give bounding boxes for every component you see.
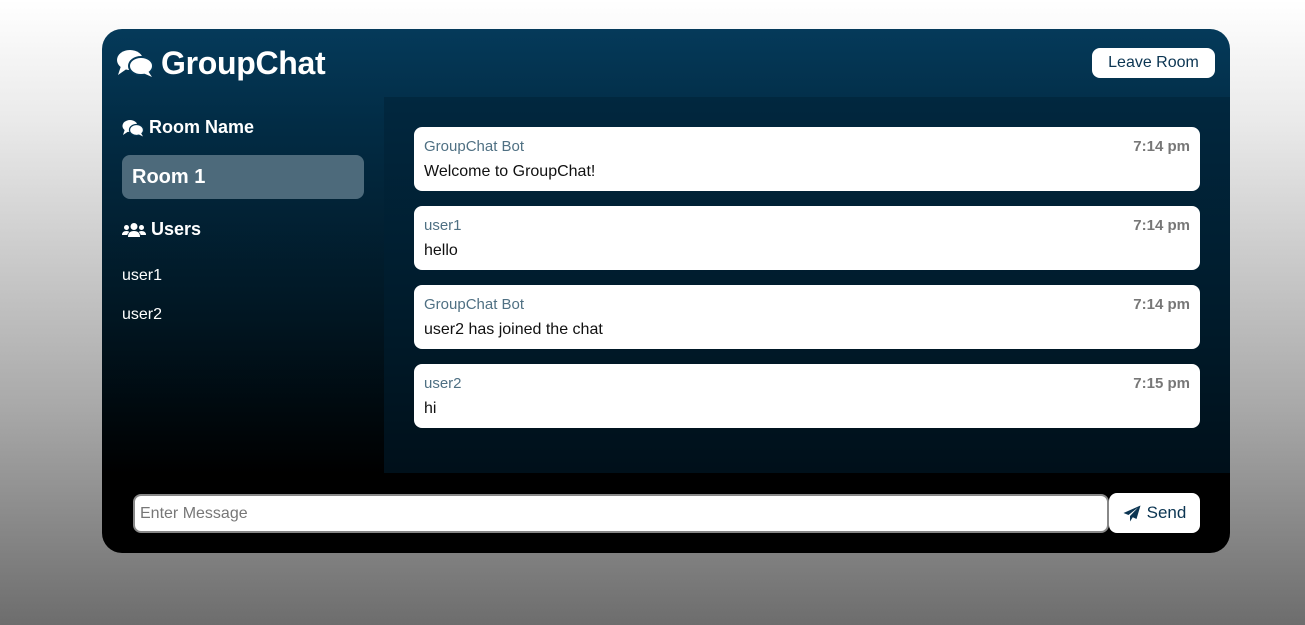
leave-room-button[interactable]: Leave Room — [1092, 48, 1215, 78]
message-username: GroupChat Bot — [424, 138, 525, 155]
message: GroupChat Bot 7:14 pm Welcome to GroupCh… — [414, 127, 1200, 191]
paper-plane-icon — [1123, 505, 1141, 522]
message-text: Welcome to GroupChat! — [424, 163, 596, 180]
message-username: user2 — [424, 375, 462, 392]
user-list: user1 user2 — [122, 266, 162, 344]
app-title: GroupChat — [161, 44, 326, 81]
header: GroupChat Leave Room — [102, 29, 1230, 97]
message: user2 7:15 pm hi — [414, 364, 1200, 428]
user-list-item: user1 — [122, 267, 163, 284]
app-logo: GroupChat — [116, 43, 326, 83]
message-time: 7:14 pm — [1133, 138, 1190, 155]
message-text: user2 has joined the chat — [424, 321, 603, 338]
message-list: GroupChat Bot 7:14 pm Welcome to GroupCh… — [384, 97, 1230, 473]
send-button[interactable]: Send — [1109, 493, 1200, 533]
message-input[interactable] — [133, 494, 1109, 533]
send-button-label: Send — [1146, 503, 1187, 522]
message-composer: Send — [102, 473, 1230, 553]
message-username: user1 — [424, 217, 462, 234]
message-time: 7:14 pm — [1133, 296, 1190, 313]
message: user1 7:14 pm hello — [414, 206, 1200, 270]
message-text: hello — [424, 242, 458, 259]
message-time: 7:14 pm — [1133, 217, 1190, 234]
user-list-item: user2 — [122, 306, 163, 323]
sidebar: Room Name Room 1 Users user1 user2 — [102, 97, 384, 473]
message-time: 7:15 pm — [1133, 375, 1190, 392]
users-heading: Users — [122, 219, 201, 240]
comments-icon — [122, 119, 144, 137]
users-icon — [122, 222, 146, 238]
message: GroupChat Bot 7:14 pm user2 has joined t… — [414, 285, 1200, 349]
room-name-heading: Room Name — [122, 117, 254, 138]
users-heading-label: Users — [151, 219, 202, 239]
message-username: GroupChat Bot — [424, 296, 525, 313]
chat-window: GroupChat Leave Room Room Name Room 1 Us… — [102, 29, 1230, 553]
message-text: hi — [424, 400, 437, 417]
comments-icon — [116, 48, 154, 78]
room-name-heading-label: Room Name — [149, 117, 255, 137]
current-room-name: Room 1 — [122, 155, 364, 199]
